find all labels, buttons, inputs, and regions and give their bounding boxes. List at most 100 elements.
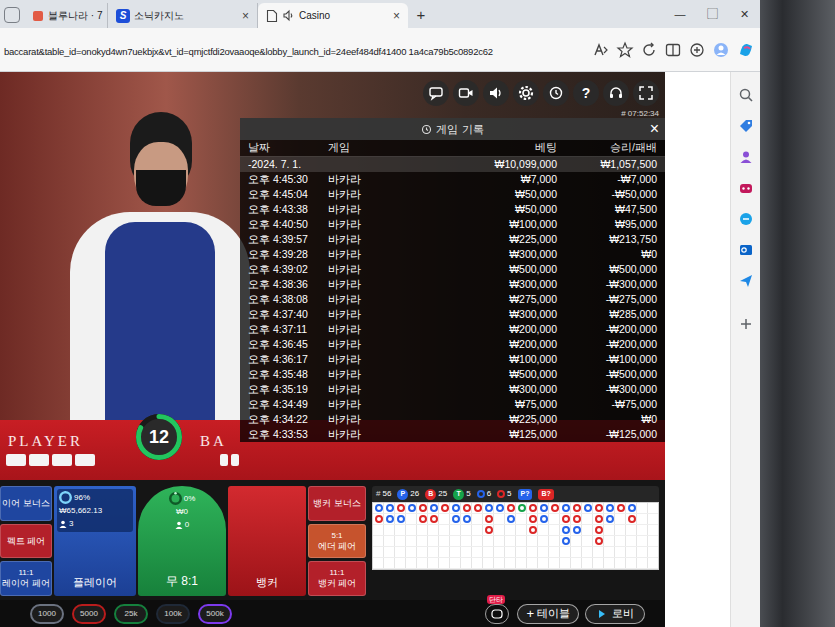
history-row[interactable]: 오후 4:33:53바카라₩125,000-₩125,000 — [240, 427, 665, 442]
plus-icon[interactable] — [735, 313, 757, 335]
lobby-button[interactable]: 로비 — [585, 604, 645, 624]
history-row[interactable]: 오후 4:34:49바카라₩75,000-₩75,000 — [240, 397, 665, 412]
split-icon[interactable] — [664, 41, 682, 59]
history-row[interactable]: 오후 4:39:57바카라₩225,000₩213,750 — [240, 232, 665, 247]
bet-chip[interactable]: 1000 — [30, 604, 64, 624]
dealer-mask — [136, 170, 186, 206]
video-icon[interactable] — [453, 80, 479, 106]
history-row[interactable]: 오후 4:43:38바카라₩50,000₩47,500 — [240, 202, 665, 217]
url-text[interactable]: baccarat&table_id=onokyd4wn7uekbjx&vt_id… — [4, 46, 493, 57]
side-bet-button[interactable]: 펙트 페어 — [0, 524, 52, 559]
history-row[interactable]: 오후 4:37:40바카라₩300,000₩285,000 — [240, 307, 665, 322]
stat-pill[interactable]: B? — [538, 489, 553, 500]
window-control-button[interactable]: ▢ — [696, 0, 728, 28]
tab-close-button[interactable]: × — [393, 7, 400, 25]
window-control-button[interactable]: ✕ — [728, 0, 760, 28]
bet-chip[interactable]: 25k — [114, 604, 148, 624]
history-row[interactable]: 오후 4:36:17바카라₩100,000-₩100,000 — [240, 352, 665, 367]
road-cell — [582, 558, 593, 569]
add-table-button[interactable]: +테이블 — [517, 604, 579, 624]
outlook-icon[interactable] — [735, 239, 757, 261]
side-bet-button[interactable]: 이어 보너스 — [0, 486, 52, 521]
history-row[interactable]: 오후 4:45:04바카라₩50,000-₩50,000 — [240, 187, 665, 202]
road-column — [494, 503, 505, 569]
collections-icon[interactable] — [688, 41, 706, 59]
player-label: PLAYER — [8, 430, 83, 453]
road-cell — [604, 514, 615, 525]
stat-pill[interactable]: P? — [518, 489, 533, 500]
side-bet-button[interactable]: 뱅커 보너스 — [308, 486, 366, 521]
tie-percent-row: 0% — [169, 492, 196, 505]
bet-chip[interactable]: 5000 — [72, 604, 106, 624]
new-tab-button[interactable]: + — [408, 3, 434, 28]
road-column — [582, 503, 593, 569]
player-bet-spot[interactable]: 96%₩65,662.133플레이어 — [54, 486, 136, 596]
history-cell: 오후 4:35:19 — [248, 382, 328, 398]
history-header: 날짜게임베팅승리/패배 — [240, 140, 665, 157]
card — [231, 454, 239, 466]
page-icon — [32, 10, 44, 22]
bet-label: 에더 페어 — [318, 541, 357, 552]
tab-close-button[interactable]: × — [242, 7, 249, 25]
progress-ring — [169, 492, 182, 505]
settings-icon[interactable] — [513, 80, 539, 106]
history-close-button[interactable]: × — [650, 119, 659, 139]
history-row[interactable]: 오후 4:38:36바카라₩300,000-₩300,000 — [240, 277, 665, 292]
person-icon[interactable] — [735, 146, 757, 168]
history-cell: ₩50,000 — [388, 187, 557, 203]
bet-chip[interactable]: 500k — [198, 604, 232, 624]
browser-tab[interactable]: 블루나라 · 7 — [24, 3, 108, 28]
browser-tab[interactable]: Casino× — [258, 3, 408, 28]
page-icon — [266, 9, 278, 23]
player-count: 3 — [69, 518, 73, 530]
history-row[interactable]: 오후 4:45:30바카라₩7,000-₩7,000 — [240, 172, 665, 187]
road-cell — [626, 503, 637, 514]
history-row[interactable]: 오후 4:36:45바카라₩200,000-₩200,000 — [240, 337, 665, 352]
history-row[interactable]: 오후 4:35:19바카라₩300,000-₩300,000 — [240, 382, 665, 397]
bet-label: 레이어 페어 — [2, 578, 50, 589]
search-icon[interactable] — [735, 84, 757, 106]
copilot-icon[interactable] — [735, 208, 757, 230]
history-row[interactable]: 오후 4:39:02바카라₩500,000₩500,000 — [240, 262, 665, 277]
history-row[interactable]: 오후 4:34:22바카라₩225,000₩0 — [240, 412, 665, 427]
tie-bet-spot[interactable]: 0%₩00무 8:1 — [138, 486, 226, 596]
road-column — [417, 503, 428, 569]
history-cell: ₩0 — [557, 247, 657, 263]
profile-icon[interactable] — [712, 41, 730, 59]
help-button[interactable]: ? — [573, 80, 599, 106]
window-control-button[interactable]: — — [664, 0, 696, 28]
workspace-icon[interactable] — [4, 7, 20, 23]
favorite-icon[interactable] — [616, 41, 634, 59]
road-mark — [562, 515, 570, 523]
history-cell: -₩500,000 — [557, 367, 657, 383]
send-icon[interactable] — [735, 270, 757, 292]
bet-chip[interactable]: 100k — [156, 604, 190, 624]
chat-icon[interactable] — [423, 80, 449, 106]
road-cell — [472, 503, 483, 514]
history-row[interactable]: 오후 4:40:50바카라₩100,000₩95,000 — [240, 217, 665, 232]
history-row[interactable]: 오후 4:37:11바카라₩200,000-₩200,000 — [240, 322, 665, 337]
side-bet-button[interactable]: 5:1에더 페어 — [308, 524, 366, 559]
speaker-icon[interactable] — [282, 9, 295, 22]
browser-tab[interactable]: S소닉카지노× — [108, 3, 258, 28]
read-aloud-icon[interactable] — [592, 41, 610, 59]
copilot-icon[interactable] — [736, 40, 756, 60]
tag-icon[interactable] — [735, 115, 757, 137]
bet-mode-button[interactable]: 단타 — [485, 604, 509, 624]
puzzle-icon[interactable] — [735, 177, 757, 199]
support-icon[interactable] — [603, 80, 629, 106]
banker-bet-spot[interactable]: 뱅커 — [228, 486, 306, 596]
scoreboard-stat: P? — [518, 489, 533, 500]
side-bet-button[interactable]: 11:1레이어 페어 — [0, 561, 52, 596]
refresh-icon[interactable] — [640, 41, 658, 59]
history-row[interactable]: 오후 4:39:28바카라₩300,000₩0 — [240, 247, 665, 262]
side-bet-button[interactable]: 11:1뱅커 페어 — [308, 561, 366, 596]
fullscreen-icon[interactable] — [633, 80, 659, 106]
history-row[interactable]: 오후 4:38:08바카라₩275,000-₩275,000 — [240, 292, 665, 307]
road-mark — [551, 504, 559, 512]
road-cell — [472, 525, 483, 536]
history-icon[interactable] — [543, 80, 569, 106]
history-row[interactable]: 오후 4:35:48바카라₩500,000-₩500,000 — [240, 367, 665, 382]
road-cell — [648, 503, 659, 514]
sound-icon[interactable] — [483, 80, 509, 106]
